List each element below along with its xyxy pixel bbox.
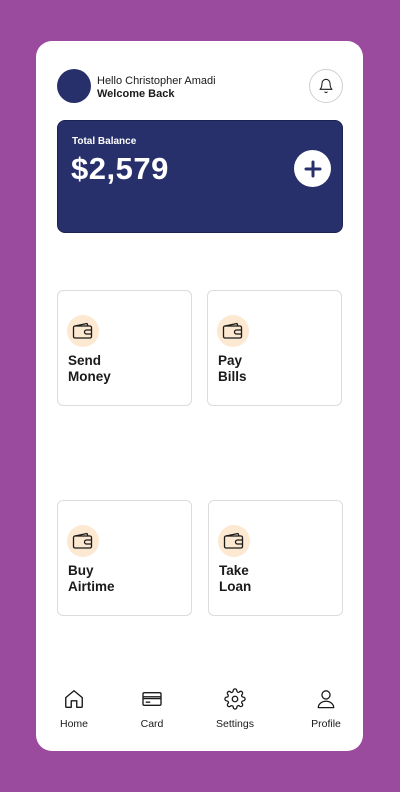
app-screen: Hello Christopher Amadi Welcome Back Tot… <box>36 41 363 751</box>
wallet-icon <box>217 315 249 347</box>
welcome-text: Welcome Back <box>97 88 175 100</box>
nav-item-home[interactable]: Home <box>39 681 109 731</box>
tile-label: Send Money <box>68 353 111 384</box>
card-icon <box>141 687 163 711</box>
home-icon <box>63 687 85 711</box>
pay-bills-tile[interactable]: Pay Bills <box>207 290 342 406</box>
greeting-block: Hello Christopher Amadi Welcome Back <box>97 75 216 101</box>
bottom-nav: Home Card Settings Profile <box>36 681 363 741</box>
nav-item-card[interactable]: Card <box>117 681 187 731</box>
take-loan-tile[interactable]: Take Loan <box>208 500 343 616</box>
nav-label-card: Card <box>140 718 164 730</box>
plus-icon <box>304 160 321 177</box>
balance-amount: $2,579 <box>71 151 169 186</box>
avatar[interactable] <box>57 69 91 103</box>
nav-item-settings[interactable]: Settings <box>200 681 270 731</box>
bell-icon <box>319 78 333 94</box>
tile-label: Buy Airtime <box>68 563 115 594</box>
tile-label: Take Loan <box>219 563 252 594</box>
add-funds-button[interactable] <box>294 150 331 187</box>
notification-button[interactable] <box>309 69 343 103</box>
balance-card: Total Balance $2,579 <box>57 120 343 233</box>
tile-label: Pay Bills <box>218 353 247 384</box>
wallet-icon <box>67 315 99 347</box>
nav-label-profile: Profile <box>311 718 341 730</box>
gear-icon <box>224 687 246 711</box>
wallet-icon <box>67 525 99 557</box>
nav-label-home: Home <box>59 718 88 730</box>
nav-item-profile[interactable]: Profile <box>291 681 361 731</box>
nav-label-settings: Settings <box>216 718 254 730</box>
greeting-text: Hello Christopher Amadi <box>97 75 216 87</box>
wallet-icon <box>218 525 250 557</box>
buy-airtime-tile[interactable]: Buy Airtime <box>57 500 192 616</box>
balance-label: Total Balance <box>72 136 137 147</box>
send-money-tile[interactable]: Send Money <box>57 290 192 406</box>
user-icon <box>316 687 336 711</box>
